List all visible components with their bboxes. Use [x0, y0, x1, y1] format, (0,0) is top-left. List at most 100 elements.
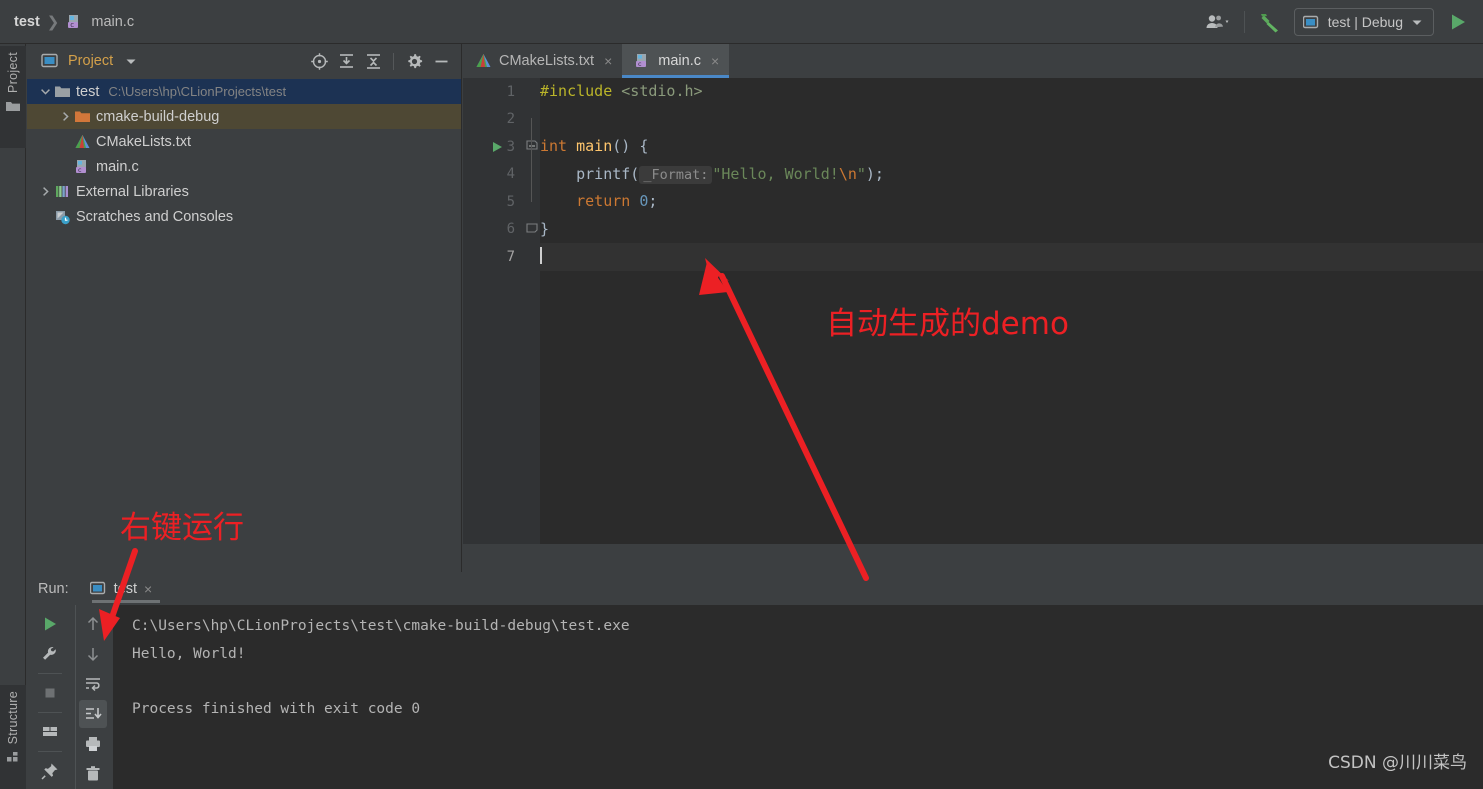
rerun-icon[interactable] [36, 610, 64, 638]
breadcrumb-file[interactable]: main.c [91, 14, 134, 30]
sidebar-tab-project[interactable]: Project [0, 46, 26, 148]
gutter-line-number[interactable]: 1 [463, 78, 524, 106]
cmake-file-icon [74, 134, 91, 150]
gear-icon[interactable] [402, 49, 426, 73]
locate-target-icon[interactable] [307, 49, 331, 73]
run-panel-body: C:\Users\hp\CLionProjects\test\cmake-bui… [27, 605, 1483, 789]
code-line[interactable]: } [540, 216, 1483, 244]
soft-wrap-icon[interactable] [79, 670, 107, 698]
run-panel-tab-name: test [113, 580, 138, 597]
fold-marker-close-icon[interactable] [526, 221, 538, 239]
project-panel-header: Project [27, 44, 461, 78]
chevron-down-icon[interactable] [37, 86, 53, 97]
code-line[interactable]: return 0; [540, 188, 1483, 216]
code-token: " [856, 164, 866, 183]
annotation-run-text: 右键运行 [120, 510, 244, 546]
sidebar-tab-structure-label: Structure [6, 691, 20, 745]
c-file-icon: c [73, 159, 91, 175]
stop-icon[interactable] [36, 679, 64, 707]
breadcrumb: test ❯ c main.c [14, 13, 134, 31]
gutter-line-number[interactable]: 5 [463, 188, 524, 216]
breadcrumb-project[interactable]: test [14, 14, 40, 30]
editor-tab-main-c[interactable]: c main.c × [622, 44, 730, 78]
scroll-down-icon[interactable] [79, 640, 107, 668]
gutter-run-icon[interactable] [491, 133, 505, 161]
users-icon[interactable] [1199, 7, 1237, 37]
editor-tab-label: main.c [658, 53, 701, 69]
tree-row-test[interactable]: test C:\Users\hp\CLionProjects\test [27, 79, 461, 104]
scratches-icon [54, 209, 71, 225]
print-icon[interactable] [79, 730, 107, 758]
editor-bottom-strip [463, 544, 1483, 572]
run-panel-tab[interactable]: test × [89, 572, 160, 605]
run-console-output[interactable]: C:\Users\hp\CLionProjects\test\cmake-bui… [113, 605, 1483, 789]
code-token: printf( [540, 164, 640, 183]
folder-icon [5, 99, 21, 118]
project-view-icon [41, 53, 59, 69]
code-line[interactable]: int main() { [540, 133, 1483, 161]
editor-tab-label: CMakeLists.txt [499, 53, 595, 69]
run-configuration-selector[interactable]: test | Debug [1293, 8, 1434, 36]
code-token: "Hello, World! [712, 164, 839, 183]
scratches-icon [53, 209, 71, 225]
layout-icon[interactable] [36, 718, 64, 746]
gutter-line-number[interactable]: 6 [463, 216, 524, 244]
cmake-file-icon [73, 134, 91, 150]
gutter-line-number[interactable]: 7 [463, 243, 524, 271]
tree-row-cmake-build-debug[interactable]: cmake-build-debug [27, 104, 461, 129]
structure-icon [5, 750, 21, 769]
project-panel-title-group[interactable]: Project [41, 53, 137, 69]
chevron-down-icon[interactable] [125, 57, 137, 66]
watermark: CSDN @川川菜鸟 [1328, 753, 1467, 773]
expand-all-icon[interactable] [334, 49, 358, 73]
cmake-file-icon [475, 53, 492, 69]
run-config-icon [89, 581, 107, 596]
chevron-right-icon[interactable] [57, 111, 73, 122]
top-toolbar: test ❯ c main.c test | Debug [0, 0, 1483, 44]
project-tree: test C:\Users\hp\CLionProjects\test cmake-… [27, 78, 461, 229]
tree-row-scratches-and-consoles[interactable]: Scratches and Consoles [27, 204, 461, 229]
minimize-icon[interactable] [429, 49, 453, 73]
svg-text:c: c [77, 166, 81, 174]
code-line[interactable]: printf(_Format: "Hello, World!\n"); [540, 161, 1483, 189]
build-hammer-icon[interactable] [1252, 7, 1290, 37]
collapse-all-icon[interactable] [361, 49, 385, 73]
scroll-up-icon[interactable] [79, 610, 107, 638]
fold-region-line [531, 118, 532, 202]
close-icon[interactable]: × [144, 581, 152, 597]
code-line[interactable] [540, 243, 1483, 271]
wrench-settings-icon[interactable] [36, 640, 64, 668]
run-triangle-icon[interactable] [1441, 7, 1475, 37]
toolbar-divider [38, 673, 62, 674]
chevron-down-icon [1411, 18, 1423, 27]
gutter-line-number[interactable]: 4 [463, 161, 524, 189]
tree-row-cmakelists-txt[interactable]: CMakeLists.txt [27, 129, 461, 154]
pin-icon[interactable] [36, 757, 64, 785]
folder-icon [54, 84, 71, 99]
tree-row-main-c[interactable]: c main.c [27, 154, 461, 179]
c-file-icon: c [634, 53, 651, 69]
fold-marker-open-icon[interactable] [526, 139, 538, 157]
editor-tab-cmakelists-txt[interactable]: CMakeLists.txt × [463, 44, 622, 78]
run-panel-header: Run: test × [27, 572, 1483, 605]
code-token: int [540, 137, 568, 155]
close-icon[interactable]: × [711, 53, 719, 69]
run-config-label: test | Debug [1327, 14, 1403, 30]
console-line: C:\Users\hp\CLionProjects\test\cmake-bui… [132, 618, 630, 634]
editor-fold-column[interactable] [493, 78, 540, 572]
tree-row-external-libraries[interactable]: External Libraries [27, 179, 461, 204]
code-line[interactable] [540, 106, 1483, 134]
sidebar-tab-structure[interactable]: Structure [0, 685, 26, 789]
editor-tab-bar: CMakeLists.txt × c main.c × [463, 44, 1483, 78]
chevron-right-icon[interactable] [37, 186, 53, 197]
trash-icon[interactable] [79, 760, 107, 788]
gutter-line-number[interactable]: 2 [463, 106, 524, 134]
close-icon[interactable]: × [604, 53, 612, 69]
scroll-to-end-icon[interactable] [78, 700, 107, 728]
toolbar-divider [1243, 11, 1245, 33]
folder-icon [53, 84, 71, 99]
code-line[interactable]: #include <stdio.h> [540, 78, 1483, 106]
tree-row-path: C:\Users\hp\CLionProjects\test [108, 84, 287, 99]
